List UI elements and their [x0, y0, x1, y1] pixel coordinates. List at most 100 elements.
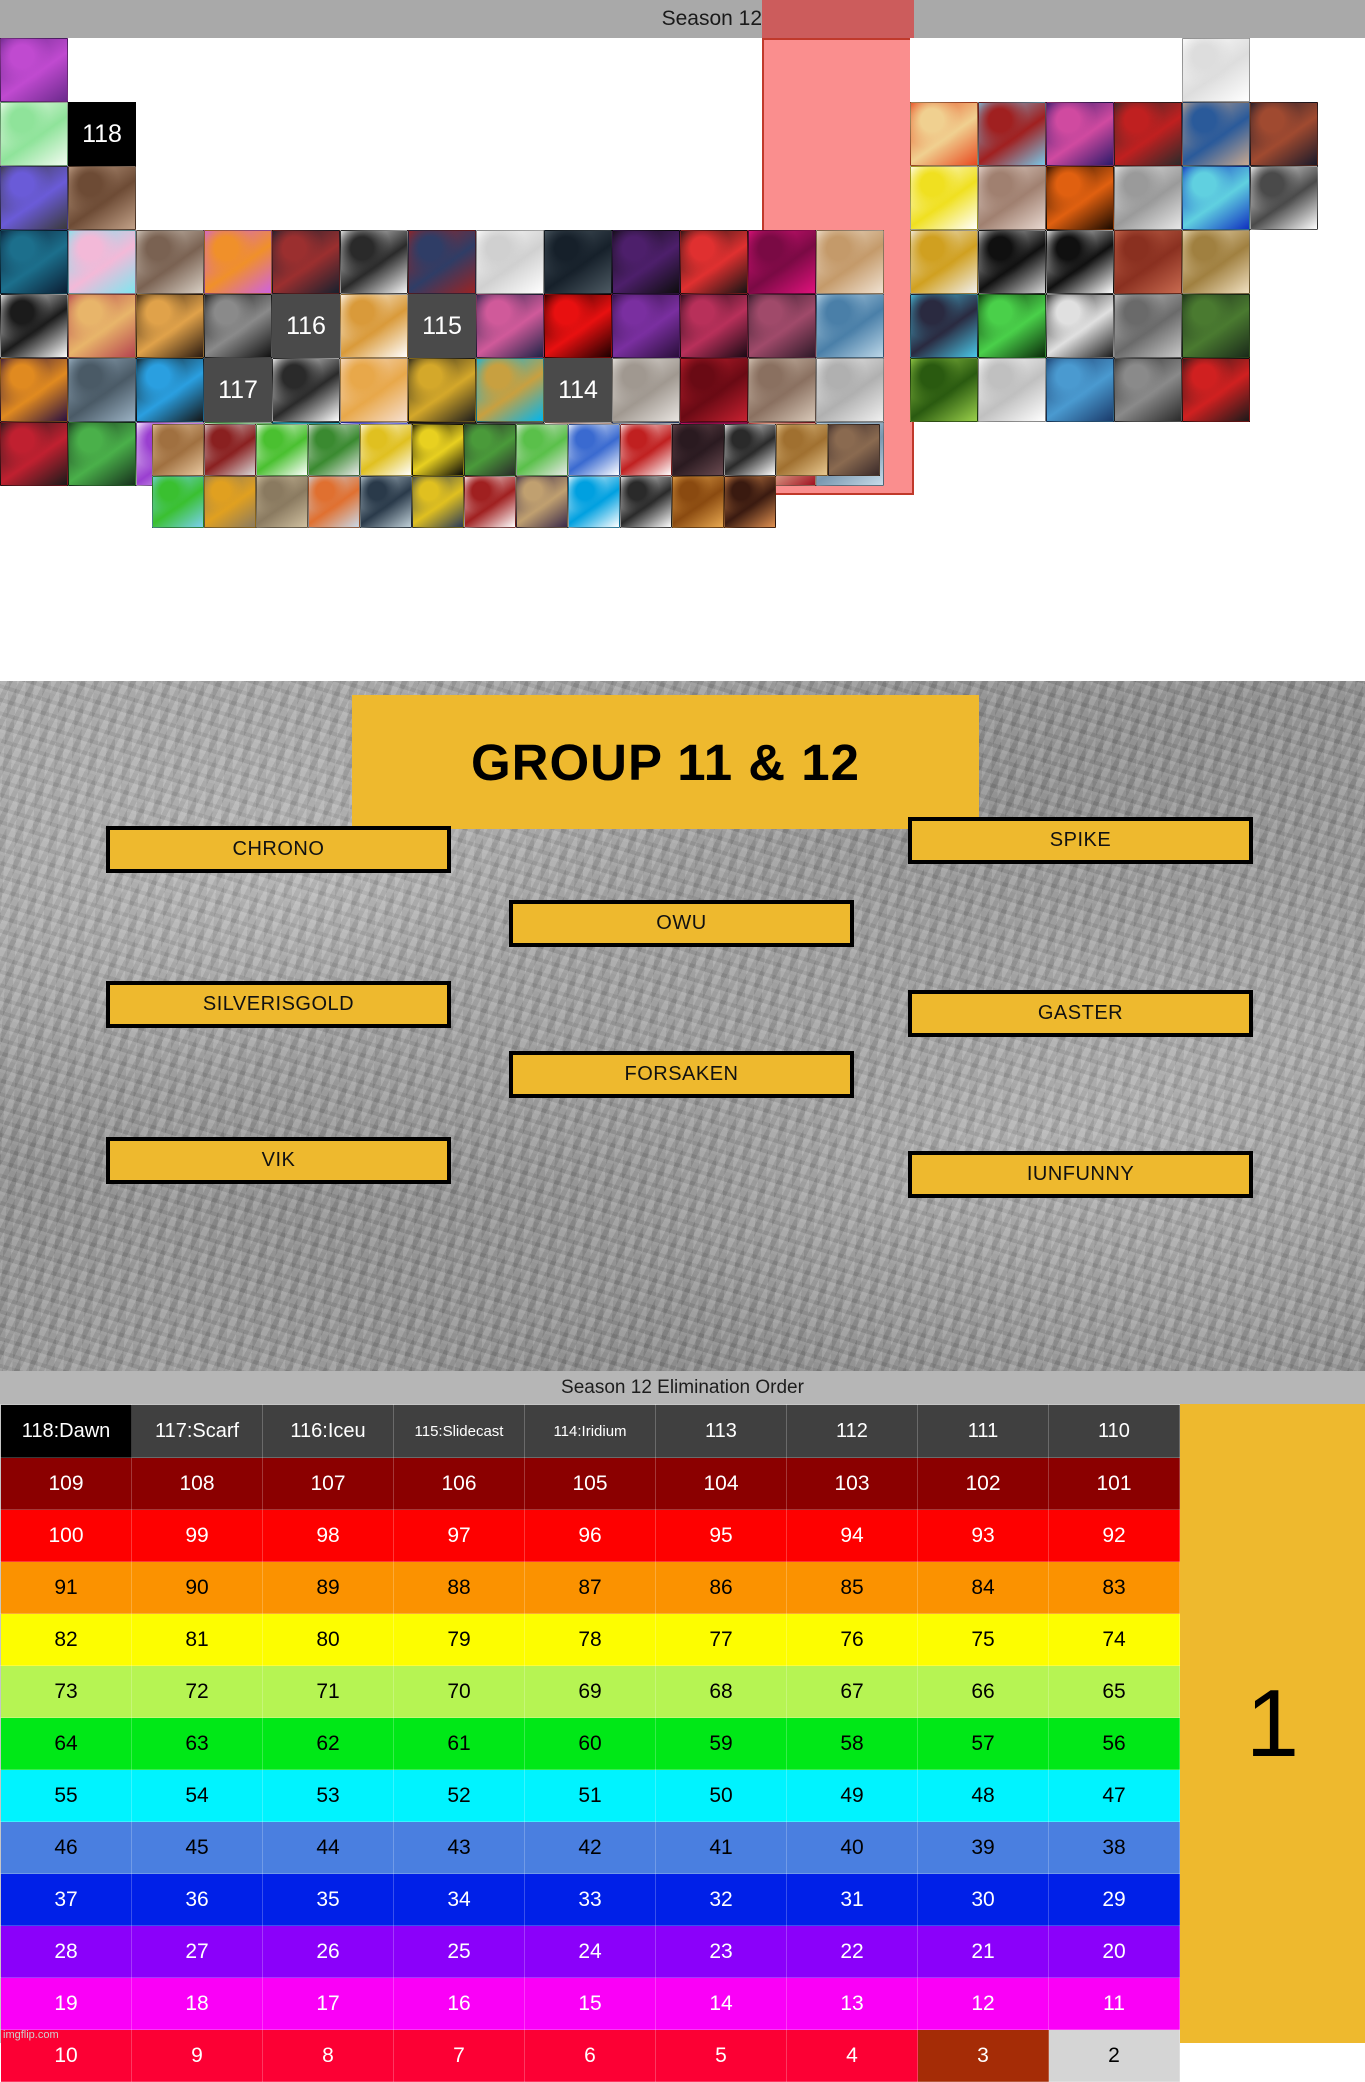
- table-cell: 106: [393, 1457, 525, 1510]
- raichu-avatar: [672, 476, 724, 528]
- name-box-label: FORSAKEN: [624, 1063, 739, 1085]
- avatar-grid-row: [0, 38, 70, 102]
- table-cell: 107: [262, 1457, 394, 1510]
- group-banner: GROUP 11 & 12: [352, 695, 979, 829]
- elimination-table-title: Season 12 Elimination Order: [0, 1371, 1365, 1404]
- table-cell: 77: [655, 1613, 787, 1666]
- name-box-owu[interactable]: OWU: [509, 900, 854, 947]
- table-cell: 41: [655, 1821, 787, 1874]
- table-cell: 104: [655, 1457, 787, 1510]
- table-cell: 103: [786, 1457, 918, 1510]
- fire-avatar: [1046, 166, 1114, 230]
- usa-flag-avatar: [408, 230, 476, 294]
- dark-announcement-avatar: [0, 230, 68, 294]
- table-cell: 64: [0, 1717, 132, 1770]
- table-cell: 60: [524, 1717, 656, 1770]
- desert-avatar: [256, 476, 308, 528]
- table-cell: 29: [1048, 1873, 1180, 1926]
- avatar-grid-row: [152, 424, 882, 476]
- name-box-iunfunny[interactable]: IUNFUNNY: [908, 1151, 1253, 1198]
- table-cell: 69: [524, 1665, 656, 1718]
- name-box-vik[interactable]: VIK: [106, 1137, 451, 1184]
- avatar-cell-empty: [1046, 38, 1114, 102]
- palms-cloud-avatar: [308, 476, 360, 528]
- table-cell: 6: [524, 2029, 656, 2082]
- table-cell: 30: [917, 1873, 1049, 1926]
- table-cell: 25: [393, 1925, 525, 1978]
- table-cell: 89: [262, 1561, 394, 1614]
- fries-bfdi-avatar: [910, 102, 978, 166]
- anime-group-avatar: [476, 294, 544, 358]
- table-cell: 54: [131, 1769, 263, 1822]
- name-box-spike[interactable]: SPIKE: [908, 817, 1253, 864]
- table-cell: 39: [917, 1821, 1049, 1874]
- table-cell: 75: [917, 1613, 1049, 1666]
- table-cell: 87: [524, 1561, 656, 1614]
- table-cell: 79: [393, 1613, 525, 1666]
- table-cell: 66: [917, 1665, 1049, 1718]
- table-cell: 48: [917, 1769, 1049, 1822]
- table-header-cell: 112: [786, 1404, 918, 1458]
- avatar-grid-row: [910, 294, 1252, 358]
- lantern-robot-avatar: [464, 476, 516, 528]
- table-cell: 3: [917, 2029, 1049, 2082]
- table-header-cell: 118:Dawn: [0, 1404, 132, 1458]
- name-box-chrono[interactable]: CHRONO: [106, 826, 451, 873]
- name-box-forsaken[interactable]: FORSAKEN: [509, 1051, 854, 1098]
- name-box-gaster[interactable]: GASTER: [908, 990, 1253, 1037]
- table-cell: 97: [393, 1509, 525, 1562]
- table-cell: 90: [131, 1561, 263, 1614]
- table-cell: 36: [131, 1873, 263, 1926]
- table-cell: 28: [0, 1925, 132, 1978]
- avatar-cell-number-label: 117: [218, 375, 258, 404]
- table-cell: 72: [131, 1665, 263, 1718]
- table-header-cell: 116:Iceu: [262, 1404, 394, 1458]
- table-cell: 11: [1048, 1977, 1180, 2030]
- table-header-cell: 110: [1048, 1404, 1180, 1458]
- table-cell: 83: [1048, 1561, 1180, 1614]
- avatar-cell-number-label: 115: [422, 311, 462, 340]
- dark-brown-avatar: [828, 424, 880, 476]
- group-banner-label: GROUP 11 & 12: [470, 733, 861, 791]
- name-box-silverisgold[interactable]: SILVERISGOLD: [106, 981, 451, 1028]
- season-title: Season 12: [661, 7, 762, 30]
- light-avatar: [816, 358, 884, 422]
- table-cell: 81: [131, 1613, 263, 1666]
- cool-geek-factz-avatar: [1182, 38, 1250, 102]
- dark-photo-avatar: [672, 424, 724, 476]
- table-header-cell: 111: [917, 1404, 1049, 1458]
- f-letter-avatar: [1046, 294, 1114, 358]
- avatar-cell-number: 117: [204, 358, 272, 422]
- green-shirt-girl-avatar: [464, 424, 516, 476]
- helmet-avatar: [1250, 166, 1318, 230]
- table-cell: 47: [1048, 1769, 1180, 1822]
- tier-e-header-cap: [762, 0, 914, 38]
- table-cell: 46: [0, 1821, 132, 1874]
- cosmic-sky-avatar: [1046, 102, 1114, 166]
- table-cell: 93: [917, 1509, 1049, 1562]
- beige-avatar: [748, 358, 816, 422]
- avatar-grid-row: [0, 230, 886, 294]
- name-box-label: SILVERISGOLD: [202, 993, 355, 1015]
- table-cell: 53: [262, 1769, 394, 1822]
- dark-purple-avatar: [612, 230, 680, 294]
- table-cell: 50: [655, 1769, 787, 1822]
- avatar-grid-row: [910, 38, 1252, 102]
- table-cell: 65: [1048, 1665, 1180, 1718]
- table-cell: 2: [1048, 2029, 1180, 2082]
- green-slime-avatar: [516, 424, 568, 476]
- muscle-meme-avatar: [1114, 230, 1182, 294]
- table-cell: 67: [786, 1665, 918, 1718]
- purple-drawing-avatar: [204, 230, 272, 294]
- table-header-cell: 113: [655, 1404, 787, 1458]
- grey-landscape-avatar: [544, 230, 612, 294]
- table-cell: 5: [655, 2029, 787, 2082]
- sepia-avatar: [1182, 230, 1250, 294]
- anime-face-avatar: [724, 476, 776, 528]
- table-cell: 108: [131, 1457, 263, 1510]
- rat-meme-avatar: [612, 358, 680, 422]
- man-photo-avatar: [1114, 294, 1182, 358]
- coke-bottle-avatar: [204, 424, 256, 476]
- black-bar-avatar: [978, 230, 1046, 294]
- table-cell: 56: [1048, 1717, 1180, 1770]
